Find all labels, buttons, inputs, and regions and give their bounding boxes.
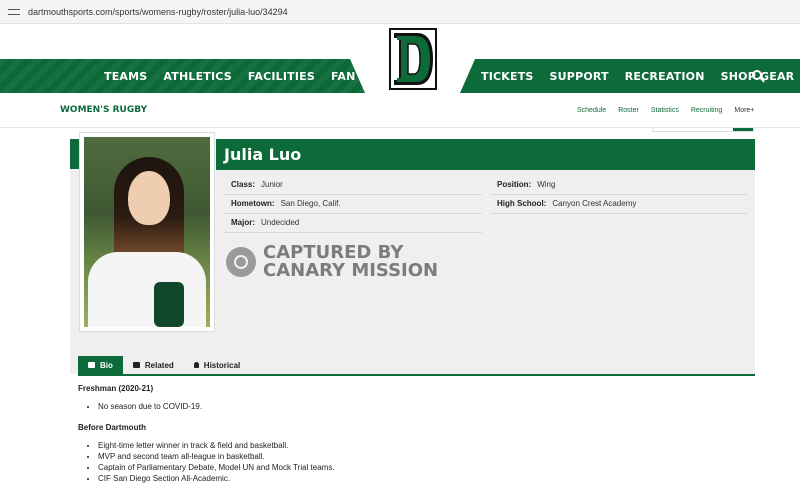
field-class: Class: Junior [231,180,283,189]
nav-teams[interactable]: TEAMS [104,70,147,83]
subnav-more[interactable]: More+ [734,107,754,114]
site-header: TEAMS ATHLETICS FACILITIES FAN ZONE TICK… [0,24,800,94]
subnav-statistics[interactable]: Statistics [651,107,679,114]
profile-tabs: Bio Related Historical [78,356,250,374]
watermark-line2: CANARY MISSION [263,260,439,281]
nav-tickets[interactable]: TICKETS [481,70,534,83]
sport-subnav: WOMEN'S RUGBY Schedule Roster Statistics… [0,94,800,128]
person-icon [193,362,199,368]
player-name-bar: Julia Luo [216,139,755,170]
nav-facilities[interactable]: FACILITIES [248,70,315,83]
nav-support[interactable]: SUPPORT [550,70,609,83]
bio-heading-freshman: Freshman (2020-21) [78,384,154,393]
nav-fan-zone[interactable]: FAN ZONE [331,70,394,83]
player-photo [84,137,210,327]
subnav-recruiting[interactable]: Recruiting [691,107,723,114]
folder-icon [132,362,140,368]
tab-bio[interactable]: Bio [78,356,123,374]
site-info-icon[interactable] [8,7,20,17]
comment-icon [88,362,95,368]
field-high-school: High School: Canyon Crest Academy [497,199,637,208]
field-hometown: Hometown: San Diego, Calif. [231,199,341,208]
field-position: Position: Wing [497,180,556,189]
player-name: Julia Luo [224,145,302,164]
list-item: CIF San Diego Section All-Academic. [98,475,748,483]
subnav-roster[interactable]: Roster [618,107,639,114]
list-item: Eight-time letter winner in track & fiel… [98,442,748,450]
subnav-links: Schedule Roster Statistics Recruiting Mo… [577,107,766,114]
tab-historical[interactable]: Historical [184,356,250,374]
search-icon[interactable] [752,70,762,80]
field-major: Major: Undecided [231,218,300,227]
main-nav-right: TICKETS SUPPORT RECREATION SHOP GEAR [481,59,794,93]
canary-icon [226,247,256,277]
bio-list-freshman: No season due to COVID-19. [78,403,748,411]
main-nav-left: TEAMS ATHLETICS FACILITIES FAN ZONE [104,59,394,93]
url-text: dartmouthsports.com/sports/womens-rugby/… [28,6,288,17]
nav-athletics[interactable]: ATHLETICS [163,70,232,83]
dartmouth-logo[interactable] [389,28,437,90]
list-item: Captain of Parliamentary Debate, Model U… [98,464,748,472]
roster-dropdown-edge [652,128,754,132]
bio-content: Freshman (2020-21) No season due to COVI… [78,384,748,495]
sport-title[interactable]: WOMEN'S RUGBY [60,105,147,115]
address-bar[interactable]: dartmouthsports.com/sports/womens-rugby/… [0,0,800,24]
list-item: No season due to COVID-19. [98,403,748,411]
watermark: CAPTURED BY CANARY MISSION [226,244,438,280]
list-item: MVP and second team all-league in basket… [98,453,748,461]
subnav-schedule[interactable]: Schedule [577,107,606,114]
tab-related[interactable]: Related [123,356,184,374]
bio-list-before: Eight-time letter winner in track & fiel… [78,442,748,483]
bio-heading-before: Before Dartmouth [78,423,147,432]
nav-recreation[interactable]: RECREATION [625,70,705,83]
player-photo-frame [79,132,215,332]
tab-underline [78,374,755,376]
